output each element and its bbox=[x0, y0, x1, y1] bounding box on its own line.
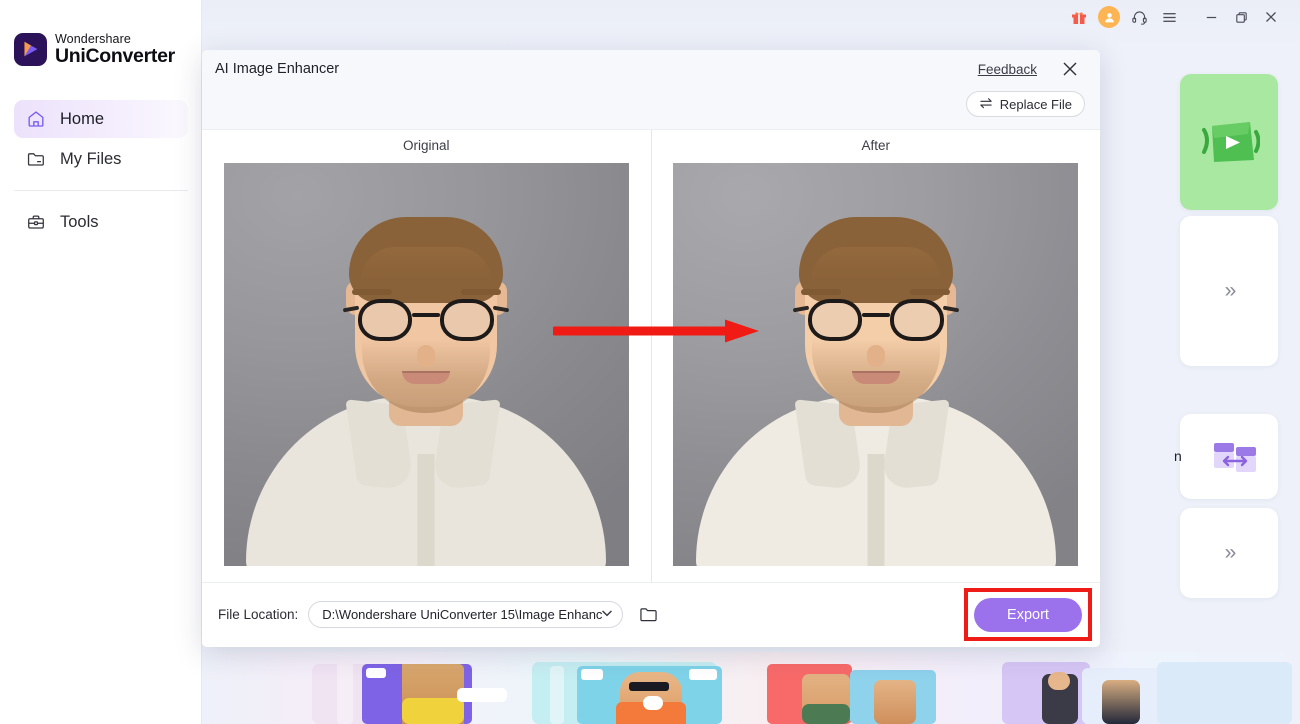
promo-4-singer-head bbox=[1048, 672, 1070, 690]
feedback-link[interactable]: Feedback bbox=[978, 62, 1037, 77]
promo-1-toolbar bbox=[337, 660, 353, 724]
promo-2-badge-1gb bbox=[581, 669, 603, 680]
folder-icon bbox=[26, 149, 46, 169]
ai-image-enhancer-dialog: AI Image Enhancer Feedback Replace File bbox=[202, 50, 1100, 647]
dialog-close-icon[interactable] bbox=[1060, 59, 1080, 79]
photo-eyebrow-left bbox=[351, 289, 392, 295]
sidebar-item-home-label: Home bbox=[60, 109, 105, 128]
sidebar-item-tools-label: Tools bbox=[60, 212, 99, 231]
photo-nose-after bbox=[866, 345, 885, 367]
photo-shirt-placket-after bbox=[867, 454, 885, 566]
avatar bbox=[1098, 6, 1120, 28]
dialog-footer: File Location: D:\Wondershare UniConvert… bbox=[202, 582, 1100, 646]
enhanced-image-preview[interactable] bbox=[673, 163, 1079, 566]
sidebar-item-tools[interactable]: Tools bbox=[14, 203, 188, 241]
promo-1-sweater bbox=[402, 698, 464, 724]
photo-nose bbox=[417, 345, 436, 367]
promo-4-far-card bbox=[1157, 662, 1292, 724]
sidebar-item-my-files-label: My Files bbox=[60, 149, 122, 168]
export-highlight-box: Export bbox=[964, 588, 1092, 641]
dialog-header: AI Image Enhancer Feedback Replace File bbox=[202, 50, 1100, 130]
promo-strip bbox=[202, 652, 1300, 724]
pane-after: After bbox=[650, 130, 1101, 582]
logo-mark-icon bbox=[14, 33, 47, 66]
promo-2-slider-handle bbox=[643, 696, 663, 710]
left-sidebar: Wondershare UniConverter Home My Files T… bbox=[0, 0, 202, 724]
open-folder-icon[interactable] bbox=[637, 604, 659, 626]
home-icon bbox=[26, 109, 46, 129]
sidebar-divider bbox=[14, 190, 188, 191]
photo-lens-right bbox=[440, 299, 495, 341]
pane-after-label: After bbox=[861, 138, 890, 153]
gift-icon[interactable] bbox=[1064, 3, 1094, 31]
logo-line-2: UniConverter bbox=[55, 44, 175, 67]
dialog-title: AI Image Enhancer bbox=[215, 61, 340, 77]
photo-eyebrow-left-after bbox=[801, 289, 842, 295]
replace-file-button[interactable]: Replace File bbox=[965, 91, 1085, 117]
promo-2-toolbar bbox=[550, 666, 564, 724]
photo-lens-left-after bbox=[807, 299, 862, 341]
promo-3-shirt-left bbox=[802, 704, 850, 724]
swap-arrows-icon bbox=[979, 97, 993, 112]
promo-3-person-right bbox=[874, 680, 916, 724]
chevron-double-right-icon: » bbox=[1224, 279, 1237, 302]
sidebar-item-my-files[interactable]: My Files bbox=[14, 140, 188, 178]
file-location-select[interactable]: D:\Wondershare UniConverter 15\Image Enh… bbox=[308, 601, 624, 628]
dialog-body: Original After bbox=[202, 130, 1100, 582]
sidebar-item-home[interactable]: Home bbox=[14, 100, 188, 138]
photo-mouth bbox=[402, 371, 451, 384]
photo-glasses-after bbox=[792, 299, 959, 341]
photo-shirt-placket bbox=[417, 454, 435, 566]
promo-2-badge-100mb bbox=[689, 669, 717, 680]
sidebar-nav: Home My Files Tools bbox=[0, 100, 202, 243]
promo-1-badge bbox=[366, 668, 386, 678]
photo-glasses-bridge-after bbox=[861, 313, 890, 317]
headset-icon[interactable] bbox=[1124, 3, 1154, 31]
card-green-video-tool[interactable] bbox=[1180, 74, 1278, 210]
photo-glasses bbox=[343, 299, 510, 341]
pane-original-label: Original bbox=[402, 138, 450, 153]
promo-2-sunglasses bbox=[629, 682, 669, 691]
card-tool-2[interactable]: » bbox=[1180, 508, 1278, 598]
card-partial-label: n bbox=[1174, 448, 1182, 464]
chevron-double-right-icon-2: » bbox=[1224, 541, 1237, 564]
toolbox-icon bbox=[26, 212, 46, 232]
file-location-value: D:\Wondershare UniConverter 15\Image Enh… bbox=[322, 607, 603, 622]
photo-lens-right-after bbox=[889, 299, 944, 341]
uniconverter-window: » n » Wondershare UniConverter Home My F… bbox=[0, 0, 1300, 724]
export-button[interactable]: Export bbox=[974, 597, 1082, 632]
logo-wordmark: Wondershare UniConverter bbox=[55, 33, 175, 66]
photo-mouth-after bbox=[851, 371, 900, 384]
promo-4-dj bbox=[1102, 680, 1140, 724]
tool-cards-column: » n » bbox=[1174, 0, 1300, 724]
photo-lens-left bbox=[358, 299, 413, 341]
user-avatar-icon[interactable] bbox=[1094, 3, 1124, 31]
photo-glasses-bridge bbox=[412, 313, 441, 317]
photo-eyebrow-right bbox=[460, 289, 501, 295]
pane-original: Original bbox=[202, 130, 651, 582]
photo-eyebrow-right-after bbox=[910, 289, 951, 295]
logo-line-1: Wondershare bbox=[55, 32, 131, 46]
replace-file-label: Replace File bbox=[999, 96, 1072, 112]
app-logo: Wondershare UniConverter bbox=[14, 33, 175, 66]
original-image-preview[interactable] bbox=[223, 163, 629, 566]
card-tool-1[interactable]: » bbox=[1180, 216, 1278, 366]
card-merge-tool[interactable]: n bbox=[1174, 414, 1278, 499]
promo-1-toolbar-pill bbox=[457, 688, 507, 702]
file-location-label: File Location: bbox=[218, 607, 299, 622]
chevron-down-icon bbox=[602, 609, 613, 620]
